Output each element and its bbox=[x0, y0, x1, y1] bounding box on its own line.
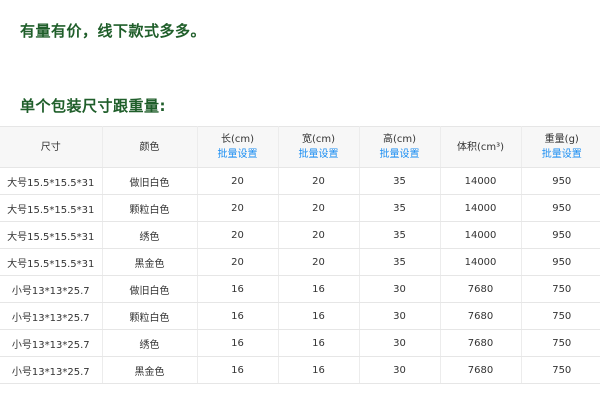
weight-cell: 750 bbox=[521, 356, 600, 384]
length-cell: 20 bbox=[197, 194, 279, 222]
color-cell: 绣色 bbox=[102, 221, 198, 249]
width-cell: 16 bbox=[278, 356, 360, 384]
height-cell: 30 bbox=[359, 275, 441, 303]
length-cell: 20 bbox=[197, 167, 279, 195]
header-weight: 重量(g) 批量设置 bbox=[521, 126, 600, 168]
header-label: 尺寸 bbox=[40, 141, 61, 153]
color-cell: 黑金色 bbox=[102, 248, 198, 276]
weight-cell: 950 bbox=[521, 248, 600, 276]
size-cell: 大号15.5*15.5*31 bbox=[0, 248, 103, 276]
volume-cell: 14000 bbox=[440, 194, 522, 222]
volume-cell: 7680 bbox=[440, 329, 522, 357]
volume-cell: 14000 bbox=[440, 167, 522, 195]
weight-cell: 950 bbox=[521, 194, 600, 222]
weight-cell: 750 bbox=[521, 329, 600, 357]
headline: 有量有价，线下款式多多。 bbox=[20, 22, 207, 40]
length-cell: 16 bbox=[197, 302, 279, 330]
size-cell: 小号13*13*25.7 bbox=[0, 275, 103, 303]
height-cell: 35 bbox=[359, 248, 441, 276]
width-cell: 16 bbox=[278, 275, 360, 303]
size-cell: 大号15.5*15.5*31 bbox=[0, 221, 103, 249]
header-color: 颜色 bbox=[102, 126, 198, 168]
length-cell: 20 bbox=[197, 221, 279, 249]
size-cell: 大号15.5*15.5*31 bbox=[0, 194, 103, 222]
table-row: 小号13*13*25.7 黑金色 16 16 30 7680 750 bbox=[0, 356, 600, 384]
batch-set-width-link[interactable]: 批量设置 bbox=[279, 147, 359, 162]
size-cell: 小号13*13*25.7 bbox=[0, 356, 103, 384]
color-cell: 绣色 bbox=[102, 329, 198, 357]
weight-cell: 750 bbox=[521, 275, 600, 303]
size-cell: 大号15.5*15.5*31 bbox=[0, 167, 103, 195]
width-cell: 20 bbox=[278, 194, 360, 222]
width-cell: 20 bbox=[278, 167, 360, 195]
table-row: 小号13*13*25.7 绣色 16 16 30 7680 750 bbox=[0, 329, 600, 357]
length-cell: 16 bbox=[197, 275, 279, 303]
package-spec-table: 尺寸 颜色 长(cm) 批量设置 宽(cm) 批量设置 高(cm) 批量设置 体… bbox=[0, 126, 600, 384]
size-cell: 小号13*13*25.7 bbox=[0, 329, 103, 357]
volume-cell: 14000 bbox=[440, 221, 522, 249]
volume-cell: 14000 bbox=[440, 248, 522, 276]
width-cell: 16 bbox=[278, 329, 360, 357]
table-row: 大号15.5*15.5*31 做旧白色 20 20 35 14000 950 bbox=[0, 167, 600, 195]
header-height: 高(cm) 批量设置 bbox=[359, 126, 441, 168]
header-label: 重量(g) bbox=[544, 134, 579, 145]
weight-cell: 950 bbox=[521, 221, 600, 249]
header-label: 长(cm) bbox=[220, 134, 255, 145]
height-cell: 35 bbox=[359, 221, 441, 249]
header-volume: 体积(cm³) bbox=[440, 126, 522, 168]
section-title: 单个包装尺寸跟重量: bbox=[20, 97, 166, 115]
table-body: 大号15.5*15.5*31 做旧白色 20 20 35 14000 950 大号15.5*1… bbox=[0, 167, 600, 384]
batch-set-weight-link[interactable]: 批量设置 bbox=[522, 147, 600, 162]
color-cell: 颗粒白色 bbox=[102, 194, 198, 222]
color-cell: 颗粒白色 bbox=[102, 302, 198, 330]
length-cell: 16 bbox=[197, 329, 279, 357]
length-cell: 20 bbox=[197, 248, 279, 276]
header-size: 尺寸 bbox=[0, 126, 103, 168]
height-cell: 30 bbox=[359, 329, 441, 357]
color-cell: 黑金色 bbox=[102, 356, 198, 384]
header-length: 长(cm) 批量设置 bbox=[197, 126, 279, 168]
color-cell: 做旧白色 bbox=[102, 167, 198, 195]
width-cell: 20 bbox=[278, 248, 360, 276]
width-cell: 20 bbox=[278, 221, 360, 249]
table-row: 大号15.5*15.5*31 绣色 20 20 35 14000 950 bbox=[0, 221, 600, 249]
header-row: 尺寸 颜色 长(cm) 批量设置 宽(cm) 批量设置 高(cm) 批量设置 体… bbox=[0, 126, 600, 168]
table-row: 大号15.5*15.5*31 黑金色 20 20 35 14000 950 bbox=[0, 248, 600, 276]
volume-cell: 7680 bbox=[440, 356, 522, 384]
header-label: 宽(cm) bbox=[301, 134, 336, 145]
volume-cell: 7680 bbox=[440, 275, 522, 303]
header-width: 宽(cm) 批量设置 bbox=[278, 126, 360, 168]
header-label: 体积(cm³) bbox=[456, 141, 505, 153]
size-cell: 小号13*13*25.7 bbox=[0, 302, 103, 330]
height-cell: 35 bbox=[359, 167, 441, 195]
weight-cell: 950 bbox=[521, 167, 600, 195]
height-cell: 35 bbox=[359, 194, 441, 222]
header-label: 高(cm) bbox=[382, 134, 417, 145]
color-cell: 做旧白色 bbox=[102, 275, 198, 303]
batch-set-length-link[interactable]: 批量设置 bbox=[198, 147, 278, 162]
weight-cell: 750 bbox=[521, 302, 600, 330]
table-row: 小号13*13*25.7 做旧白色 16 16 30 7680 750 bbox=[0, 275, 600, 303]
width-cell: 16 bbox=[278, 302, 360, 330]
height-cell: 30 bbox=[359, 302, 441, 330]
table-header: 尺寸 颜色 长(cm) 批量设置 宽(cm) 批量设置 高(cm) 批量设置 体… bbox=[0, 126, 600, 168]
batch-set-height-link[interactable]: 批量设置 bbox=[360, 147, 440, 162]
header-label: 颜色 bbox=[139, 141, 160, 153]
table-row: 小号13*13*25.7 颗粒白色 16 16 30 7680 750 bbox=[0, 302, 600, 330]
volume-cell: 7680 bbox=[440, 302, 522, 330]
length-cell: 16 bbox=[197, 356, 279, 384]
table-row: 大号15.5*15.5*31 颗粒白色 20 20 35 14000 950 bbox=[0, 194, 600, 222]
height-cell: 30 bbox=[359, 356, 441, 384]
